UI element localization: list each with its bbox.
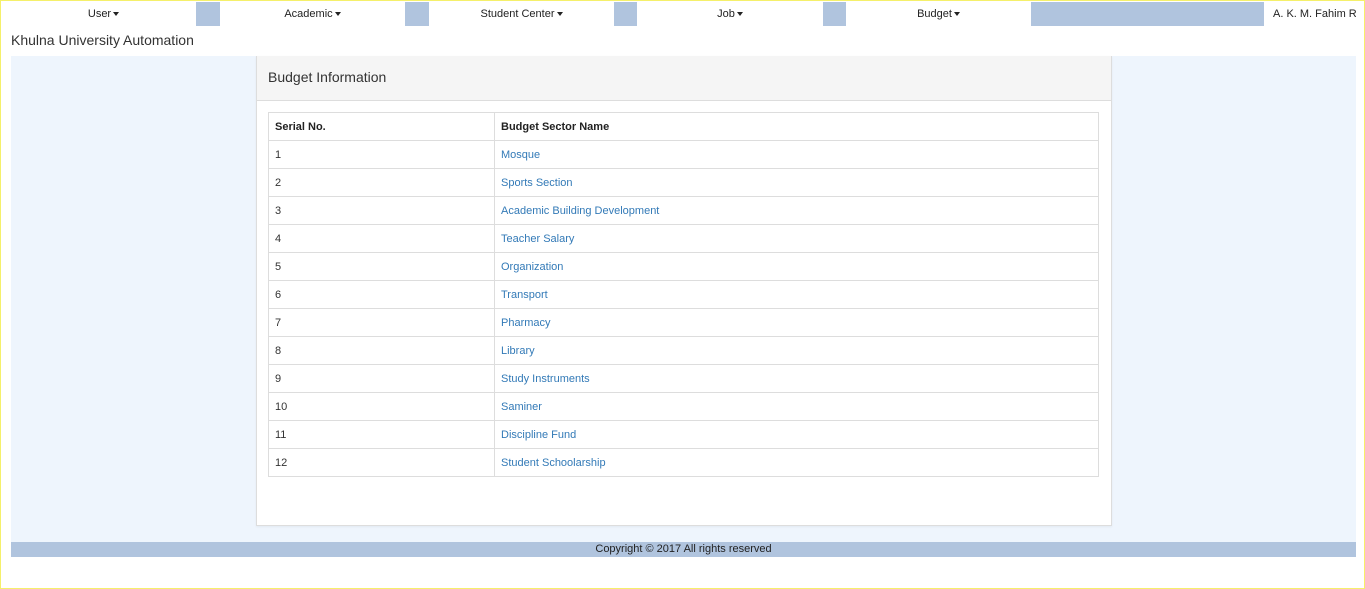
sector-link[interactable]: Pharmacy — [501, 317, 551, 329]
budget-table: Serial No. Budget Sector Name 1 Mosque 2S… — [268, 112, 1099, 477]
table-row: 4 Teacher Salary — [268, 224, 1099, 253]
nav-budget-menu[interactable]: Budget — [846, 2, 1031, 26]
serial-cell: 12 — [268, 448, 495, 477]
table-row: 8 Library — [268, 336, 1099, 365]
sector-cell: Teacher Salary — [494, 224, 1099, 253]
sector-link[interactable]: Library — [501, 345, 535, 357]
sector-link[interactable]: Academic Building Development — [501, 205, 659, 217]
nav-academic-menu[interactable]: Academic — [220, 2, 405, 26]
panel-title: Budget Information — [257, 56, 1111, 101]
header-sector-name: Budget Sector Name — [494, 112, 1099, 141]
sector-link[interactable]: Student Schoolarship — [501, 457, 606, 469]
nav-budget-label: Budget — [917, 8, 952, 20]
serial-cell: 8 — [268, 336, 495, 365]
caret-down-icon — [953, 12, 960, 16]
serial-cell: 9 — [268, 364, 495, 393]
sector-cell: Discipline Fund — [494, 420, 1099, 449]
table-row: 1 Mosque — [268, 140, 1099, 169]
nav-job-menu[interactable]: Job — [637, 2, 823, 26]
sector-cell: Organization — [494, 252, 1099, 281]
table-row: 6 Transport — [268, 280, 1099, 309]
nav-student-center-menu[interactable]: Student Center — [429, 2, 614, 26]
nav-user-label: User — [87, 8, 112, 20]
sector-cell: Mosque — [494, 140, 1099, 169]
sector-link[interactable]: Transport — [501, 289, 548, 301]
sector-link[interactable]: Mosque — [501, 149, 540, 161]
table-row: 9 Study Instruments — [268, 364, 1099, 393]
caret-down-icon — [113, 12, 120, 16]
caret-down-icon — [556, 12, 563, 16]
sector-cell: Sports Section — [494, 168, 1099, 197]
sector-cell: Library — [494, 336, 1099, 365]
table-row: 5 Organization — [268, 252, 1099, 281]
sector-cell: Pharmacy — [494, 308, 1099, 337]
serial-cell: 2 — [268, 168, 495, 197]
caret-down-icon — [736, 12, 743, 16]
table-row: 2 Sports Section — [268, 168, 1099, 197]
table-row: 7 Pharmacy — [268, 308, 1099, 337]
footer: Copyright © 2017 All rights reserved — [11, 542, 1356, 557]
serial-cell: 7 — [268, 308, 495, 337]
sector-link[interactable]: Organization — [501, 261, 563, 273]
sector-cell: Study Instruments — [494, 364, 1099, 393]
sector-link[interactable]: Study Instruments — [501, 373, 590, 385]
sector-link[interactable]: Teacher Salary — [501, 233, 574, 245]
user-name-link[interactable]: A. K. M. Fahim Rahman — [1264, 2, 1356, 26]
serial-cell: 10 — [268, 392, 495, 421]
sector-cell: Transport — [494, 280, 1099, 309]
serial-cell: 1 — [268, 140, 495, 169]
sector-link[interactable]: Sports Section — [501, 177, 573, 189]
serial-cell: 5 — [268, 252, 495, 281]
nav-academic-label: Academic — [284, 8, 333, 20]
sector-link[interactable]: Saminer — [501, 401, 542, 413]
serial-cell: 4 — [268, 224, 495, 253]
serial-cell: 6 — [268, 280, 495, 309]
table-row: 11 Discipline Fund — [268, 420, 1099, 449]
table-row: 12 Student Schoolarship — [268, 448, 1099, 477]
serial-cell: 11 — [268, 420, 495, 449]
serial-cell: 3 — [268, 196, 495, 225]
nav-student-center-label: Student Center — [480, 8, 555, 20]
table-row: 10 Saminer — [268, 392, 1099, 421]
sector-cell: Student Schoolarship — [494, 448, 1099, 477]
nav-user-menu[interactable]: User — [11, 2, 196, 26]
sector-link[interactable]: Discipline Fund — [501, 429, 576, 441]
sector-cell: Academic Building Development — [494, 196, 1099, 225]
brand-title: Khulna University Automation — [11, 32, 194, 48]
table-row: 3 Academic Building Development — [268, 196, 1099, 225]
top-navbar: User Academic Student Center Job Budget … — [11, 2, 1356, 26]
budget-panel: Budget Information Serial No. Budget Sec… — [256, 56, 1112, 526]
caret-down-icon — [334, 12, 341, 16]
table-header-row: Serial No. Budget Sector Name — [268, 112, 1099, 141]
nav-job-label: Job — [717, 8, 735, 20]
header-serial: Serial No. — [268, 112, 495, 141]
sector-cell: Saminer — [494, 392, 1099, 421]
